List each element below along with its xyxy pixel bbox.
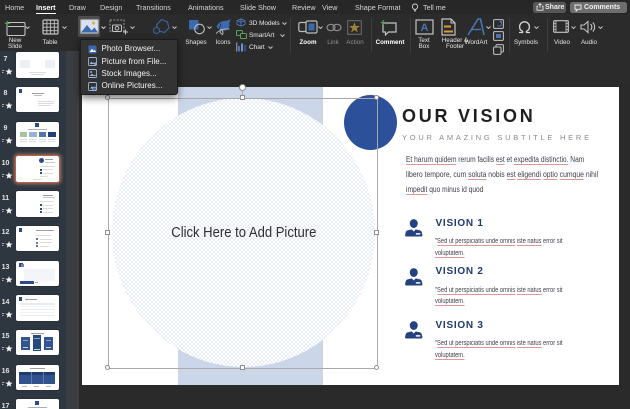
svg-text:A: A — [421, 22, 429, 34]
